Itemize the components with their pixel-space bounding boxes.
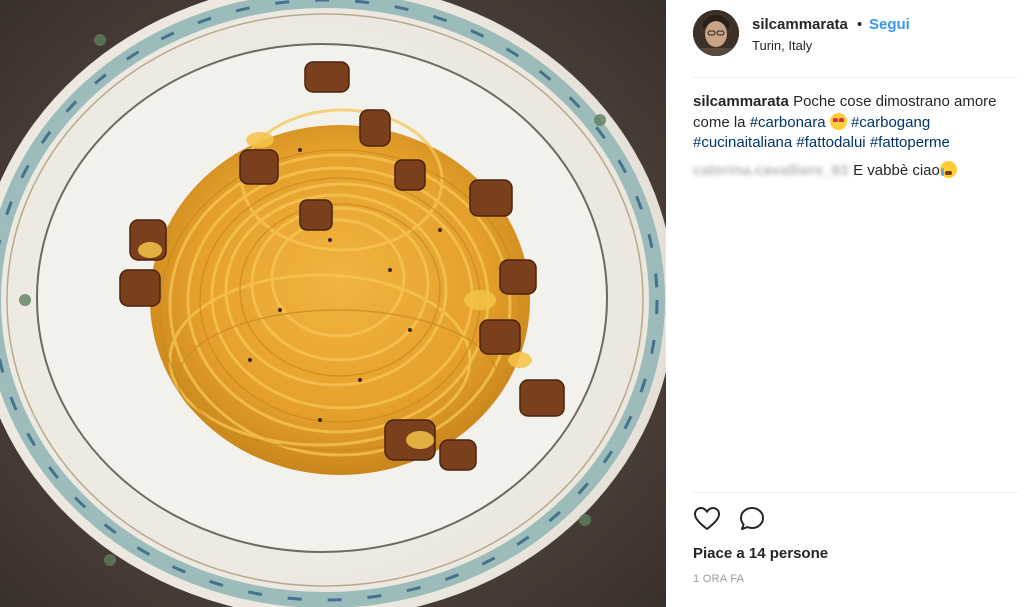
hashtag-fattodalui[interactable]: #fattodalui xyxy=(796,134,865,151)
location-link[interactable]: Turin, Italy xyxy=(752,38,812,53)
comment-text: E vabbè ciao xyxy=(853,162,940,179)
post-caption: silcammarata Poche cose dimostrano amore… xyxy=(693,92,1011,154)
follow-button[interactable]: Segui xyxy=(869,16,910,33)
actions-divider xyxy=(693,492,1018,493)
post-sidebar: silcammarata • Segui Turin, Italy silcam… xyxy=(666,0,1024,607)
caption-author-link[interactable]: silcammarata xyxy=(693,93,789,110)
avatar[interactable] xyxy=(693,10,739,56)
username-link[interactable]: silcammarata xyxy=(752,16,848,33)
likes-count[interactable]: Piace a 14 persone xyxy=(693,545,828,562)
loudly-crying-emoji-icon xyxy=(939,161,957,178)
speech-bubble-icon[interactable] xyxy=(738,505,766,533)
heart-eyes-emoji-icon xyxy=(829,112,847,130)
carbonara-photo xyxy=(0,0,666,607)
post-timestamp[interactable]: 1 ORA FA xyxy=(693,573,744,585)
separator-dot: • xyxy=(857,16,863,33)
comment-item: caterina.cavalliere_93 E vabbè ciao xyxy=(693,160,1011,182)
hashtag-carbogang[interactable]: #carbogang xyxy=(851,114,930,131)
post-header: silcammarata • Segui Turin, Italy xyxy=(693,10,1018,76)
hashtag-cucinaitaliana[interactable]: #cucinaitaliana xyxy=(693,134,792,151)
action-bar xyxy=(693,505,793,535)
hashtag-fattoperme[interactable]: #fattoperme xyxy=(870,134,950,151)
post-photo[interactable] xyxy=(0,0,666,607)
heart-outline-icon[interactable] xyxy=(693,505,721,533)
header-divider xyxy=(693,77,1018,78)
comment-author-blurred[interactable]: caterina.cavalliere_93 xyxy=(693,162,848,179)
hashtag-carbonara[interactable]: #carbonara xyxy=(750,114,826,131)
